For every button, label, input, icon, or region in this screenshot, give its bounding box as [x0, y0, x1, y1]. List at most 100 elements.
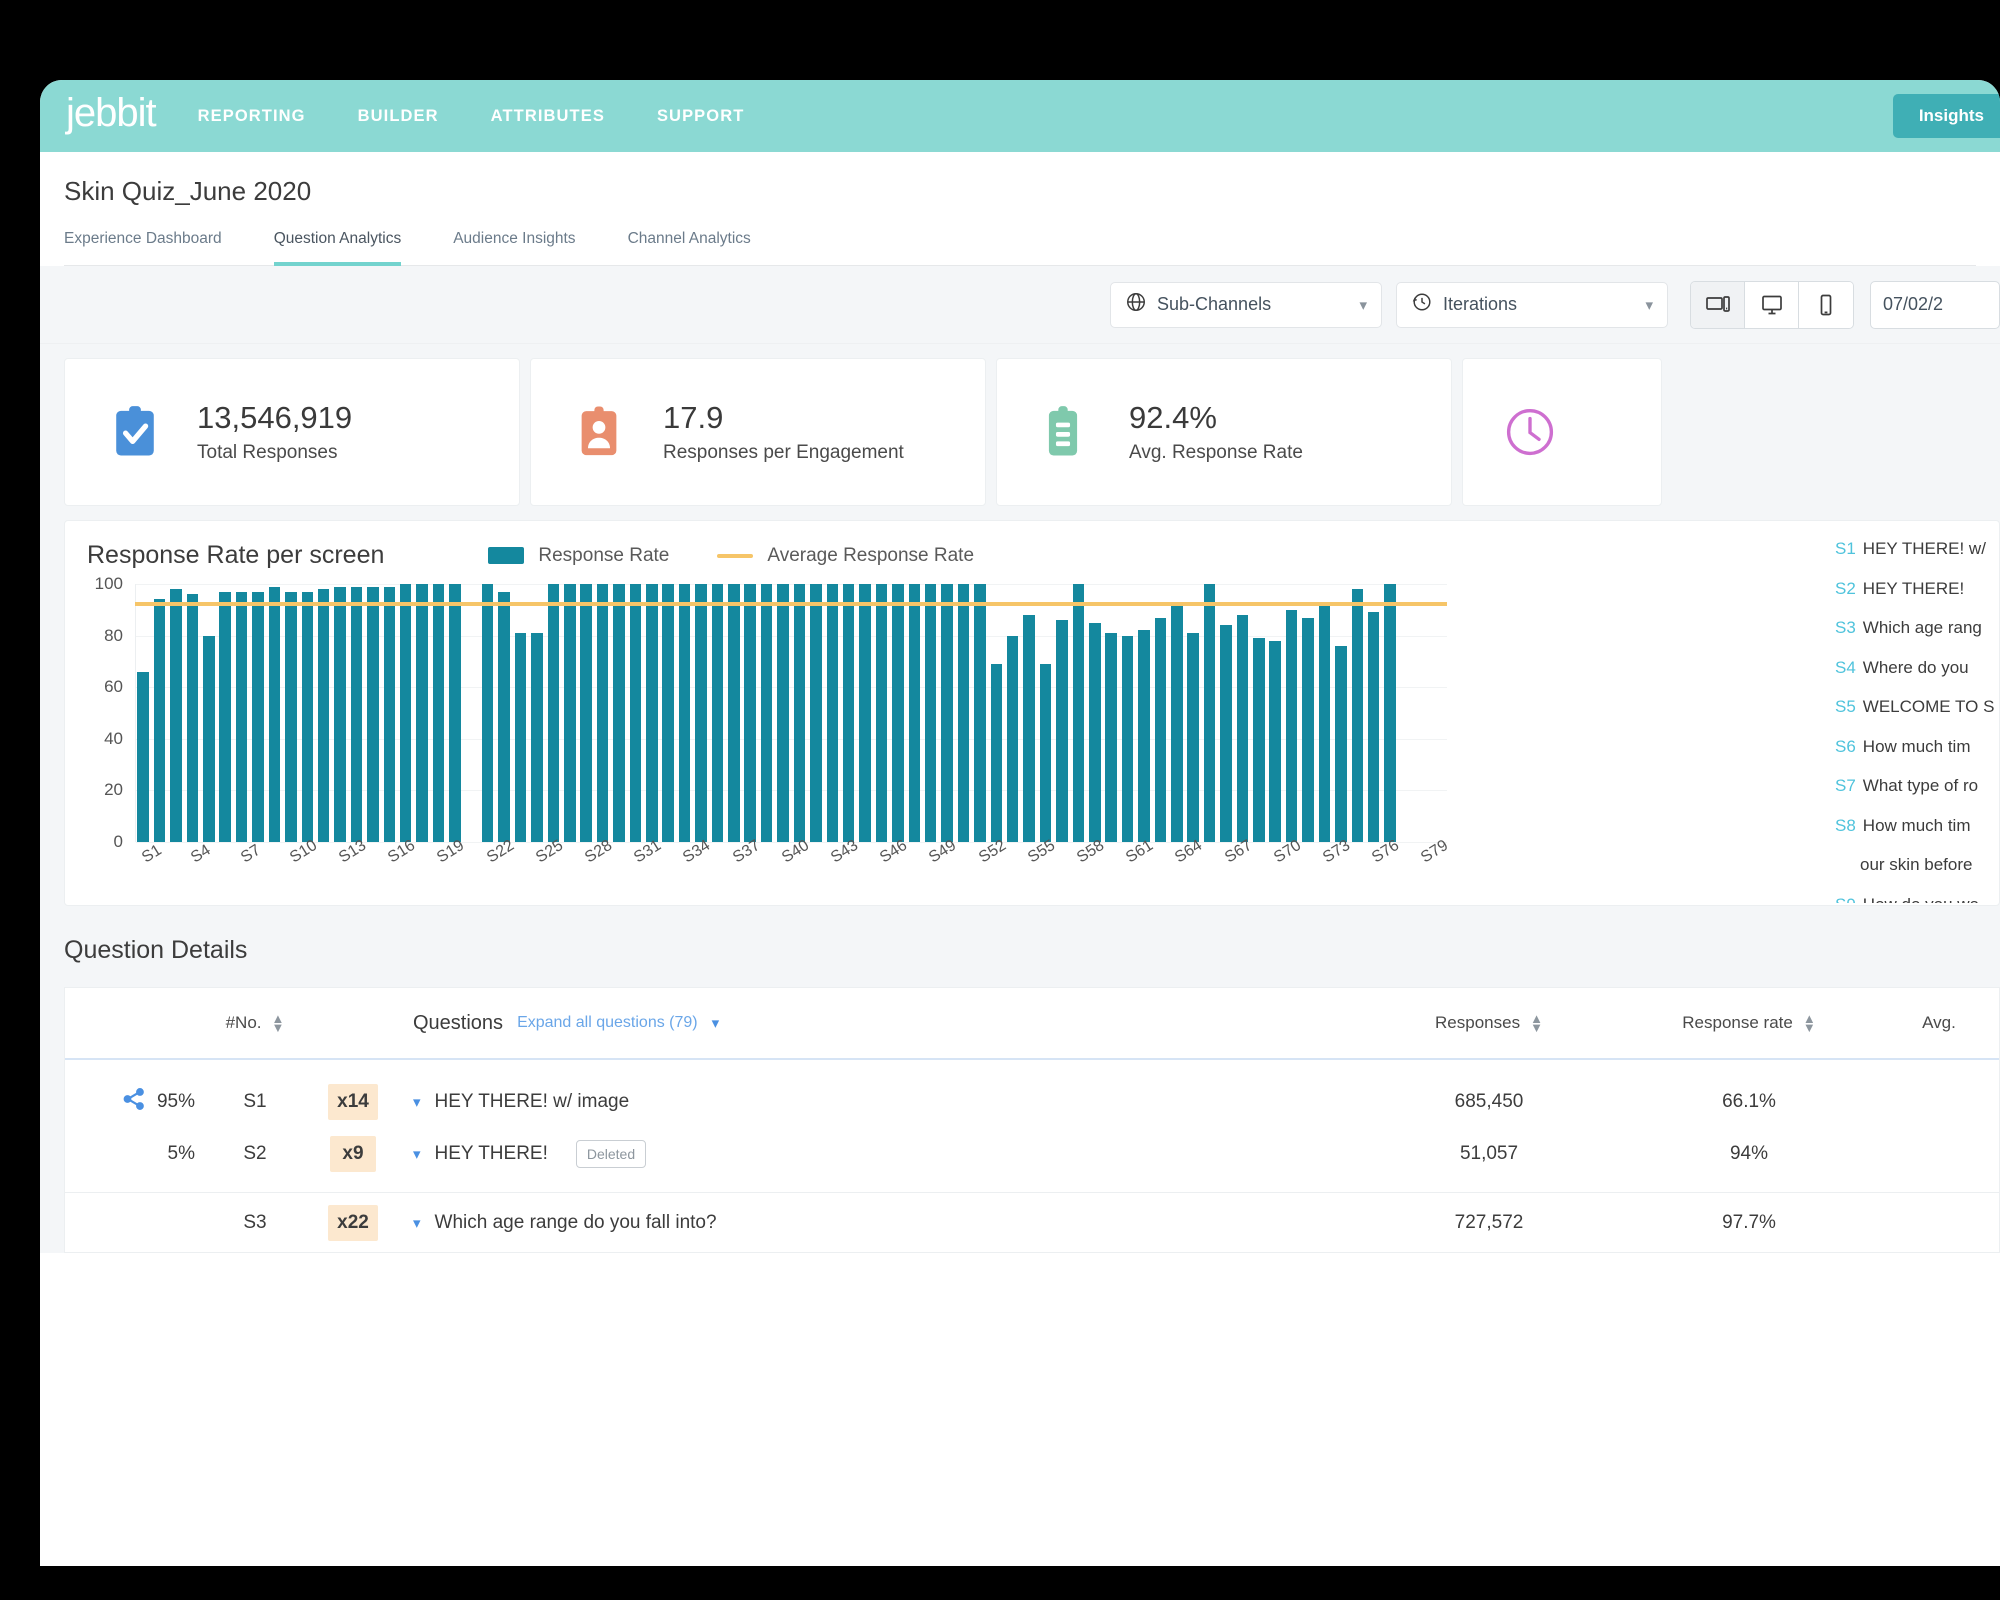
chart-bar[interactable] — [1039, 663, 1052, 842]
tab-experience-dashboard[interactable]: Experience Dashboard — [64, 230, 222, 266]
chart-bar[interactable] — [924, 584, 937, 842]
chart-bar[interactable] — [875, 584, 888, 842]
bar-slot[interactable] — [873, 584, 889, 842]
chart-bar[interactable] — [1121, 635, 1134, 842]
bar-slot[interactable] — [463, 584, 479, 842]
bar-slot[interactable] — [660, 584, 676, 842]
chart-bar[interactable] — [613, 584, 625, 842]
bar-slot[interactable] — [758, 584, 774, 842]
chart-bar[interactable] — [695, 584, 707, 842]
table-row[interactable]: S3 x22 ▾ Which age range do you fall int… — [65, 1192, 1999, 1252]
chart-bar[interactable] — [547, 584, 560, 842]
bar-slot[interactable] — [1136, 584, 1152, 842]
chart-bar[interactable] — [728, 584, 740, 842]
bar-slot[interactable] — [775, 584, 791, 842]
nav-link-support[interactable]: SUPPORT — [657, 107, 744, 126]
chart-bar[interactable] — [711, 584, 724, 842]
bar-slot[interactable] — [250, 584, 266, 842]
bar-slot[interactable] — [1267, 584, 1283, 842]
chart-bar[interactable] — [646, 584, 658, 842]
column-responses[interactable]: Responses ▲ ▼ — [1359, 1012, 1619, 1034]
chart-bar[interactable] — [744, 584, 756, 842]
chart-bar[interactable] — [1072, 584, 1085, 842]
chart-bar[interactable] — [1105, 633, 1117, 842]
bar-slot[interactable] — [414, 584, 430, 842]
column-response-rate[interactable]: Response rate ▲ ▼ — [1619, 1012, 1879, 1034]
chart-bar[interactable] — [1154, 617, 1167, 842]
screen-list-item[interactable]: S4 Where do you — [1835, 658, 1999, 698]
bar-slot[interactable] — [709, 584, 725, 842]
bar-slot[interactable] — [447, 584, 463, 842]
bar-slot[interactable] — [283, 584, 299, 842]
chart-bar[interactable] — [186, 594, 199, 842]
legend-item-response-rate[interactable]: Response Rate — [488, 545, 669, 567]
bar-slot[interactable] — [1201, 584, 1217, 842]
bar-slot[interactable] — [1382, 584, 1398, 842]
bar-slot[interactable] — [693, 584, 709, 842]
bar-slot[interactable] — [512, 584, 528, 842]
chart-bar[interactable] — [760, 584, 773, 842]
chart-bar[interactable] — [810, 584, 822, 842]
date-range-input[interactable]: 07/02/2 — [1870, 280, 2000, 329]
bar-slot[interactable] — [742, 584, 758, 842]
chart-bar[interactable] — [1367, 612, 1380, 842]
chart-bar[interactable] — [662, 584, 674, 842]
bar-slot[interactable] — [1398, 584, 1414, 842]
chart-bar[interactable] — [301, 591, 313, 842]
chart-bar[interactable] — [203, 635, 215, 842]
chart-bar[interactable] — [481, 584, 494, 842]
bar-slot[interactable] — [266, 584, 282, 842]
bar-slot[interactable] — [1054, 584, 1070, 842]
chart-bar[interactable] — [580, 584, 592, 842]
bar-slot[interactable] — [1316, 584, 1332, 842]
jebbit-logo[interactable]: jebbit — [66, 93, 157, 139]
bar-slot[interactable] — [857, 584, 873, 842]
insights-button[interactable]: Insights — [1892, 94, 2000, 138]
nav-link-attributes[interactable]: ATTRIBUTES — [491, 107, 605, 126]
chart-bar[interactable] — [498, 591, 510, 842]
chevron-down-icon[interactable]: ▾ — [413, 1145, 421, 1163]
bar-slot[interactable] — [545, 584, 561, 842]
chart-bar[interactable] — [350, 586, 363, 842]
bar-slot[interactable] — [233, 584, 249, 842]
screen-list-item[interactable]: S7 What type of ro — [1835, 776, 1999, 816]
chart-bar[interactable] — [153, 599, 166, 842]
chart-bar[interactable] — [252, 591, 264, 842]
bar-slot[interactable] — [890, 584, 906, 842]
chart-bar[interactable] — [268, 586, 281, 842]
column-avg[interactable]: Avg. — [1879, 1013, 1999, 1033]
question-cell[interactable]: ▾ HEY THERE! w/ image — [391, 1091, 1359, 1113]
chart-bar[interactable] — [514, 633, 527, 842]
bar-slot[interactable] — [1070, 584, 1086, 842]
chart-bar[interactable] — [235, 591, 248, 842]
chart-bar[interactable] — [367, 586, 379, 842]
bar-slot[interactable] — [726, 584, 742, 842]
bar-slot[interactable] — [381, 584, 397, 842]
chart-bar[interactable] — [1187, 633, 1199, 842]
chart-bar[interactable] — [957, 584, 970, 842]
chart-bar[interactable] — [1253, 638, 1265, 842]
screen-list-item[interactable]: S9 How do you wa — [1835, 895, 1999, 904]
device-desktop-button[interactable] — [1745, 281, 1799, 328]
table-row[interactable]: 95% S1 x14 ▾ HEY THERE! w/ image 685,450… — [65, 1076, 1999, 1128]
chart-bar[interactable] — [1203, 584, 1216, 842]
table-row[interactable]: 5% S2 x9 ▾ HEY THERE! Deleted 51,057 94% — [65, 1128, 1999, 1180]
bar-slot[interactable] — [1037, 584, 1053, 842]
bar-slot[interactable] — [1021, 584, 1037, 842]
screen-list-item[interactable]: S5 WELCOME TO S — [1835, 697, 1999, 737]
question-cell[interactable]: ▾ Which age range do you fall into? — [391, 1212, 1359, 1234]
chart-bar[interactable] — [908, 584, 921, 842]
chart-bar[interactable] — [1089, 622, 1101, 842]
bar-slot[interactable] — [1300, 584, 1316, 842]
chart-bar[interactable] — [596, 584, 609, 842]
chart-bar[interactable] — [1236, 614, 1249, 842]
chart-bar[interactable] — [678, 584, 691, 842]
bar-slot[interactable] — [1218, 584, 1234, 842]
bar-slot[interactable] — [988, 584, 1004, 842]
question-cell[interactable]: ▾ HEY THERE! Deleted — [391, 1140, 1359, 1168]
sort-icon[interactable]: ▲ ▼ — [272, 1012, 285, 1034]
bar-slot[interactable] — [923, 584, 939, 842]
chart-bar[interactable] — [219, 591, 231, 842]
chart-bar[interactable] — [1302, 617, 1314, 842]
bar-slot[interactable] — [1234, 584, 1250, 842]
